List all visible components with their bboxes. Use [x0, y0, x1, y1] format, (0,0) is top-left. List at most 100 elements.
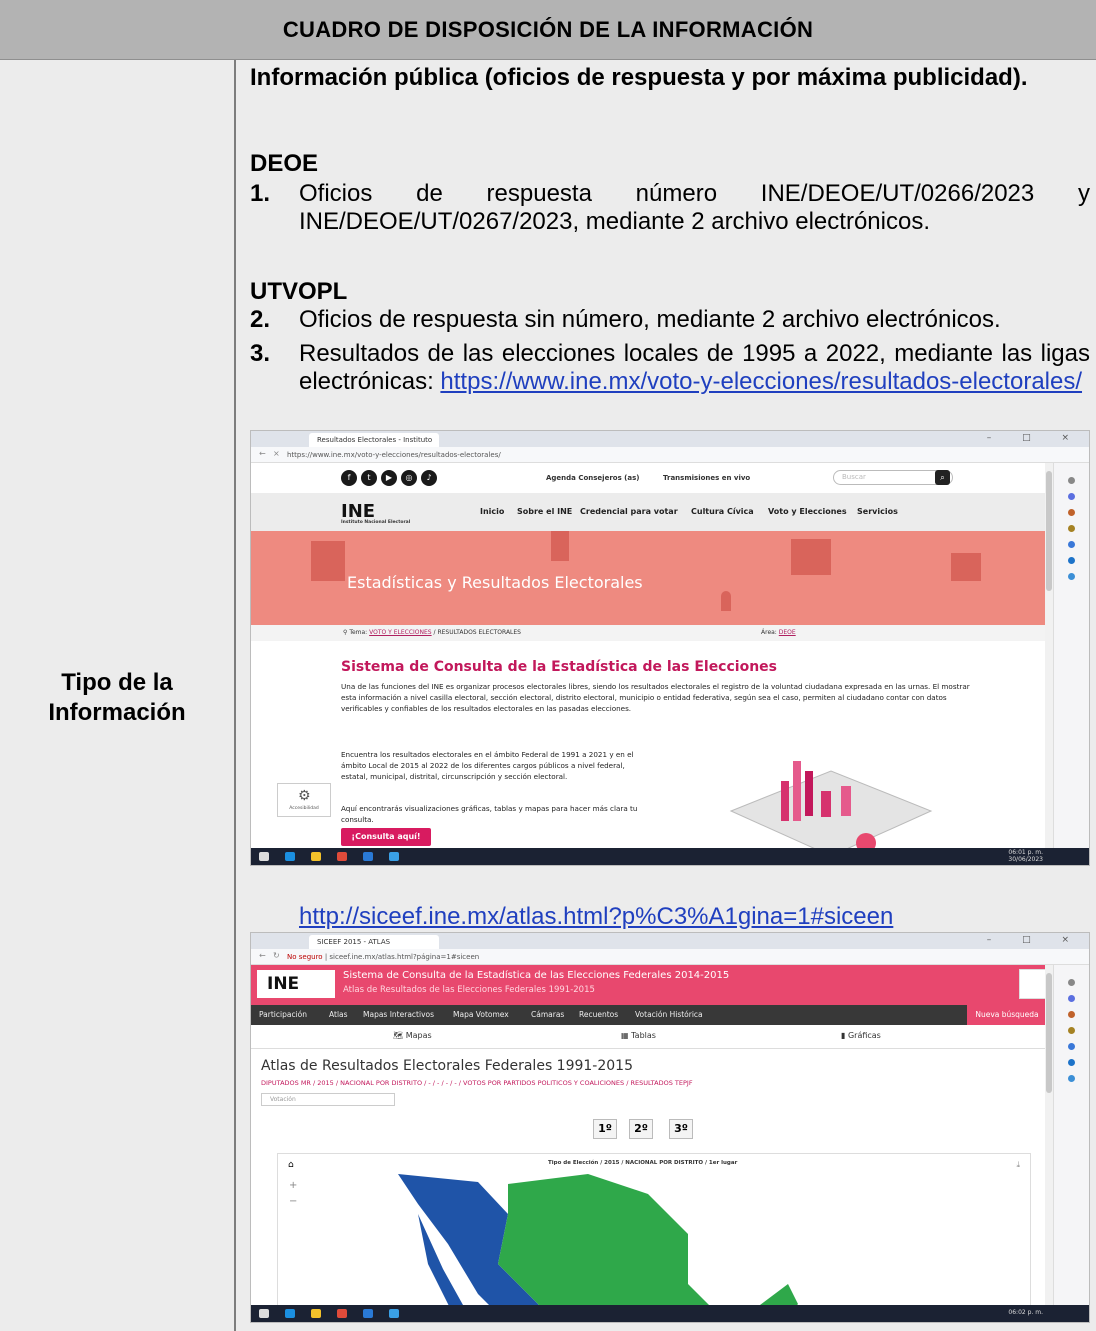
- bar-shape: [805, 771, 813, 816]
- facebook-icon[interactable]: f: [341, 470, 357, 486]
- accessibility-widget[interactable]: ⚙ Accesibilidad: [277, 783, 331, 817]
- list-text: Oficios de respuesta número INE/DEOE/UT/…: [299, 180, 1090, 235]
- nav-cultura[interactable]: Cultura Cívica: [691, 507, 754, 516]
- download-icon[interactable]: ⤓: [1016, 1160, 1020, 1170]
- tab-mapas[interactable]: 🗺 Mapas: [393, 1031, 432, 1040]
- nav-servicios[interactable]: Servicios: [857, 507, 898, 516]
- breadcrumb-link[interactable]: VOTO Y ELECCIONES: [369, 629, 431, 636]
- games-icon[interactable]: [1068, 1027, 1075, 1034]
- votacion-select[interactable]: Votación: [261, 1093, 395, 1106]
- search-icon[interactable]: [1068, 477, 1075, 484]
- tiktok-icon[interactable]: ♪: [421, 470, 437, 486]
- agenda-link[interactable]: Agenda Consejeros (as): [546, 474, 639, 482]
- nav-atlas[interactable]: Atlas: [329, 1010, 348, 1019]
- edge-icon[interactable]: [285, 1309, 295, 1318]
- chrome-icon[interactable]: [337, 852, 347, 861]
- tab-graficas[interactable]: ▮ Gráficas: [841, 1031, 881, 1040]
- nav-sobre[interactable]: Sobre el INE: [517, 507, 572, 516]
- outlook-icon[interactable]: [1068, 1059, 1075, 1066]
- folder-icon[interactable]: [311, 1309, 321, 1318]
- tools-icon[interactable]: [1068, 1011, 1075, 1018]
- nav-mapas-interactivos[interactable]: Mapas Interactivos: [363, 1010, 434, 1019]
- browser-tab[interactable]: SICEEF 2015 - ATLAS: [309, 935, 439, 949]
- ine-logo[interactable]: INE: [341, 501, 375, 522]
- link-ine-resultados[interactable]: https://www.ine.mx/voto-y-elecciones/res…: [440, 368, 1082, 395]
- list-number: 2.: [250, 306, 271, 333]
- scrollbar[interactable]: [1045, 965, 1053, 1305]
- tab-tablas-label: Tablas: [631, 1031, 656, 1040]
- bar-chart-icon: ▮: [841, 1031, 846, 1040]
- nav-votacion-historica[interactable]: Votación Histórica: [635, 1010, 703, 1019]
- office-icon[interactable]: [1068, 1043, 1075, 1050]
- nav-recuentos[interactable]: Recuentos: [579, 1010, 618, 1019]
- url-text[interactable]: No seguro | siceef.ine.mx/atlas.html?pág…: [287, 952, 887, 963]
- bar-shape: [781, 781, 789, 821]
- rank-2-button[interactable]: 2º: [629, 1119, 653, 1139]
- area-link[interactable]: DEOE: [779, 629, 796, 636]
- teams-icon[interactable]: [389, 1309, 399, 1318]
- app-icon[interactable]: [363, 1309, 373, 1318]
- app-icon[interactable]: [363, 852, 373, 861]
- scrollbar[interactable]: [1045, 463, 1053, 848]
- nav-voto[interactable]: Voto y Elecciones: [768, 507, 847, 516]
- url-text[interactable]: https://www.ine.mx/voto-y-elecciones/res…: [287, 450, 887, 461]
- shopping-icon[interactable]: [1068, 995, 1075, 1002]
- bar-shape: [793, 761, 801, 821]
- ine-logo[interactable]: INE: [257, 970, 335, 998]
- tab-tablas[interactable]: ▦ Tablas: [621, 1031, 656, 1040]
- illustration-chart: [729, 761, 933, 857]
- nav-inicio[interactable]: Inicio: [480, 507, 504, 516]
- office-icon[interactable]: [1068, 541, 1075, 548]
- transmisiones-link[interactable]: Transmisiones en vivo: [663, 474, 750, 482]
- shopping-icon[interactable]: [1068, 493, 1075, 500]
- close-icon[interactable]: ×: [273, 449, 280, 458]
- window-controls[interactable]: – □ ×: [987, 935, 1083, 945]
- atlas-breadcrumb[interactable]: DIPUTADOS MR / 2015 / NACIONAL POR DISTR…: [261, 1079, 693, 1087]
- table-icon: ▦: [621, 1031, 629, 1040]
- games-icon[interactable]: [1068, 525, 1075, 532]
- nueva-busqueda-button[interactable]: Nueva búsqueda: [967, 1005, 1047, 1025]
- telegram-icon[interactable]: [1068, 573, 1075, 580]
- not-secure-label: No seguro: [287, 953, 323, 961]
- scroll-thumb[interactable]: [1046, 973, 1052, 1093]
- chrome-icon[interactable]: [337, 1309, 347, 1318]
- window-controls[interactable]: – □ ×: [987, 433, 1083, 443]
- rank-3-button[interactable]: 3º: [669, 1119, 693, 1139]
- nav-mapa-votomex[interactable]: Mapa Votomex: [453, 1010, 509, 1019]
- browser-sidebar: [1053, 463, 1089, 849]
- list-item-3: 3. Resultados de las elecciones locales …: [250, 340, 1090, 396]
- siceef-header: INE Sistema de Consulta de la Estadístic…: [251, 965, 1055, 1005]
- results-map[interactable]: Tipo de Elección / 2015 / NACIONAL POR D…: [277, 1153, 1031, 1322]
- zoom-out-icon[interactable]: −: [289, 1196, 297, 1207]
- search-icon[interactable]: [1068, 979, 1075, 986]
- reload-icon[interactable]: ↻: [273, 951, 280, 960]
- folder-icon[interactable]: [311, 852, 321, 861]
- twitter-icon[interactable]: t: [361, 470, 377, 486]
- browser-tabbar: SICEEF 2015 - ATLAS – □ ×: [251, 933, 1089, 949]
- scroll-thumb[interactable]: [1046, 471, 1052, 591]
- edge-icon[interactable]: [285, 852, 295, 861]
- start-icon[interactable]: [259, 1309, 269, 1318]
- deoe-heading: DEOE: [250, 150, 319, 177]
- rank-1-button[interactable]: 1º: [593, 1119, 617, 1139]
- zoom-in-icon[interactable]: +: [289, 1180, 297, 1191]
- start-icon[interactable]: [259, 852, 269, 861]
- clock: 06:01 p. m. 30/06/2023: [1008, 849, 1043, 863]
- nav-credencial[interactable]: Credencial para votar: [580, 507, 678, 516]
- link-siceef[interactable]: http://siceef.ine.mx/atlas.html?p%C3%A1g…: [299, 903, 893, 931]
- back-icon[interactable]: ←: [259, 449, 266, 458]
- youtube-icon[interactable]: ▶: [381, 470, 397, 486]
- browser-tab[interactable]: Resultados Electorales - Instituto: [309, 433, 439, 447]
- banner-title: Estadísticas y Resultados Electorales: [347, 573, 643, 592]
- tools-icon[interactable]: [1068, 509, 1075, 516]
- teams-icon[interactable]: [389, 852, 399, 861]
- search-icon[interactable]: ⌕: [935, 470, 950, 485]
- outlook-icon[interactable]: [1068, 557, 1075, 564]
- nav-participacion[interactable]: Participación: [259, 1010, 307, 1019]
- consulta-button[interactable]: ¡Consulta aquí!: [341, 828, 431, 846]
- home-icon[interactable]: ⌂: [288, 1160, 294, 1170]
- back-icon[interactable]: ←: [259, 951, 266, 960]
- instagram-icon[interactable]: ◎: [401, 470, 417, 486]
- nav-camaras[interactable]: Cámaras: [531, 1010, 564, 1019]
- telegram-icon[interactable]: [1068, 1075, 1075, 1082]
